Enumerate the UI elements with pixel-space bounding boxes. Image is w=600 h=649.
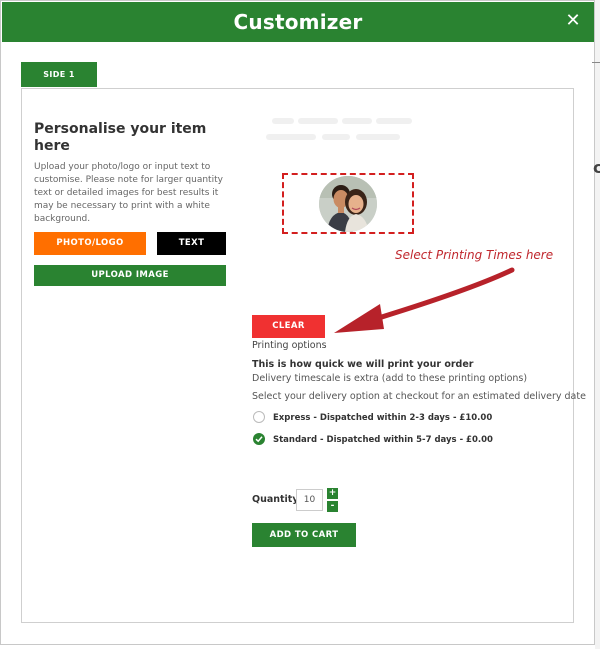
printing-options-label: Printing options: [252, 340, 327, 351]
modal-header: Customizer ✕: [2, 2, 594, 42]
faded-product-preview: [262, 112, 422, 158]
background-page-edge: [595, 0, 600, 649]
upload-image-button[interactable]: UPLOAD IMAGE: [34, 265, 226, 286]
printing-subheading: Delivery timescale is extra (add to thes…: [252, 373, 528, 384]
background-divider: [592, 62, 600, 69]
uploaded-photo[interactable]: [319, 176, 377, 232]
quantity-increment-button[interactable]: +: [327, 488, 338, 499]
background-glyph: c: [593, 158, 600, 177]
tab-side-1[interactable]: SIDE 1: [21, 62, 97, 87]
check-icon: [255, 436, 263, 443]
close-icon[interactable]: ✕: [564, 12, 582, 30]
photo-logo-button[interactable]: PHOTO/LOGO: [34, 232, 146, 255]
add-to-cart-button[interactable]: ADD TO CART: [252, 523, 356, 547]
standard-option-label[interactable]: Standard - Dispatched within 5-7 days - …: [273, 435, 493, 445]
delivery-hint: Select your delivery option at checkout …: [252, 391, 586, 402]
quantity-input[interactable]: 10: [296, 489, 323, 511]
express-option-label[interactable]: Express - Dispatched within 2-3 days - £…: [273, 413, 492, 423]
personalise-description: Upload your photo/logo or input text to …: [34, 162, 223, 224]
personalise-title: Personalise your item here: [34, 121, 207, 154]
standard-radio[interactable]: [253, 433, 265, 445]
clear-button[interactable]: CLEAR: [252, 315, 325, 338]
printing-heading: This is how quick we will print your ord…: [252, 359, 474, 370]
annotation-text: Select Printing Times here: [395, 248, 554, 262]
modal-title: Customizer: [233, 10, 363, 34]
express-radio[interactable]: [253, 411, 265, 423]
quantity-label: Quantity: [252, 494, 299, 505]
quantity-decrement-button[interactable]: -: [327, 501, 338, 512]
text-button[interactable]: TEXT: [157, 232, 226, 255]
